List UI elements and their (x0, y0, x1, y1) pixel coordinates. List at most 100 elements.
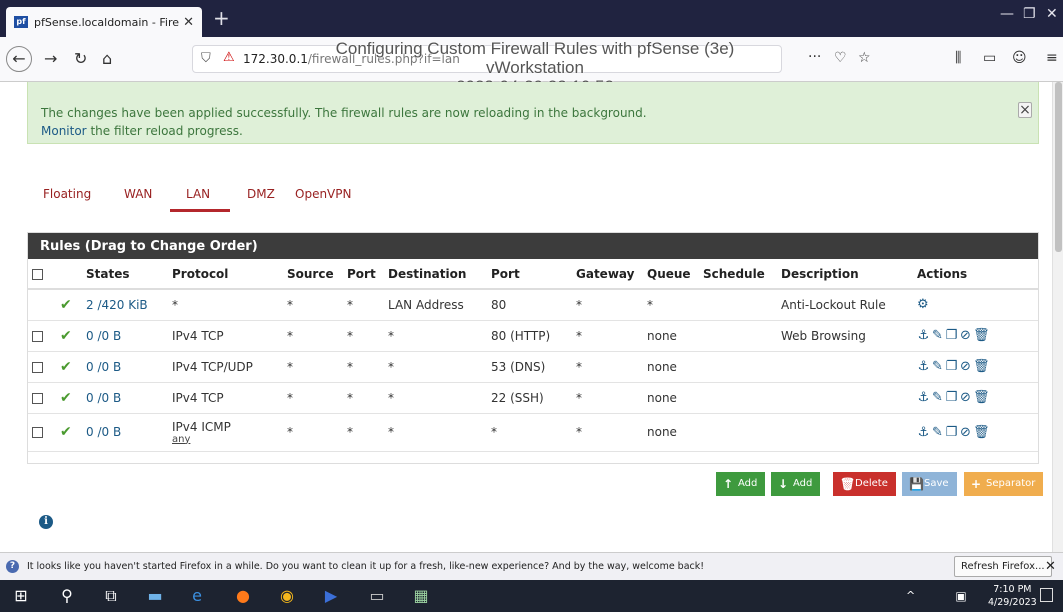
states-link[interactable]: 0 /0 B (86, 329, 121, 343)
new-tab-icon[interactable]: + (213, 6, 230, 30)
search-icon[interactable]: ⚲ (56, 586, 78, 605)
file-explorer-icon[interactable]: ▬ (144, 586, 166, 605)
add-top-button[interactable]: ↑ Add (716, 472, 766, 496)
states-link[interactable]: 0 /0 B (86, 425, 121, 439)
edit-pencil-icon[interactable]: ✎ (931, 359, 945, 374)
home-icon[interactable]: ⌂ (102, 49, 112, 68)
separator-button[interactable]: + Separator (964, 472, 1044, 496)
pfsense-favicon-icon: pf (14, 16, 28, 28)
account-icon[interactable]: ☺ (1012, 50, 1027, 66)
page-actions-icon[interactable]: ··· (808, 49, 821, 65)
copy-icon[interactable]: ❐ (945, 425, 959, 440)
row-gateway: * (572, 382, 643, 414)
header-description: Description (777, 259, 913, 290)
row-protocol: IPv4 TCP/UDP (168, 351, 283, 383)
row-source: * (283, 351, 343, 383)
table-row[interactable]: ✔ 0 /0 B IPv4 ICMP any * * * * * none ⚓ ✎ ❐… (28, 413, 1038, 452)
firefox-icon[interactable]: ● (232, 586, 254, 605)
insecure-lock-icon[interactable]: ⚠ (223, 50, 235, 65)
trash-icon[interactable]: 🗑 (973, 425, 990, 440)
tab-lan[interactable]: LAN (186, 187, 210, 201)
table-row[interactable]: ✔ 0 /0 B IPv4 TCP * * * 22 (SSH) * none … (28, 382, 1038, 414)
windows-start-icon[interactable]: ⊞ (10, 586, 32, 605)
table-row[interactable]: ✔ 2 /420 KiB * * * LAN Address 80 * * An… (28, 289, 1038, 321)
clock[interactable]: 7:10 PM 4/29/2023 (988, 583, 1037, 609)
back-arrow-icon[interactable]: ← (6, 46, 32, 72)
copy-icon[interactable]: ❐ (945, 359, 959, 374)
table-row[interactable]: ✔ 0 /0 B IPv4 TCP * * * 80 (HTTP) * none… (28, 320, 1038, 352)
reload-icon[interactable]: ↻ (74, 49, 87, 68)
anchor-icon[interactable]: ⚓ (917, 328, 931, 343)
task-view-icon[interactable]: ⧉ (100, 586, 122, 606)
close-tab-icon[interactable]: ✕ (183, 15, 194, 30)
shield-icon[interactable]: ⛉ (201, 51, 211, 66)
select-all-checkbox[interactable] (32, 268, 43, 280)
table-row[interactable]: ✔ 0 /0 B IPv4 TCP/UDP * * * 53 (DNS) * n… (28, 351, 1038, 383)
trash-icon[interactable]: 🗑 (973, 390, 990, 405)
disable-icon[interactable]: ⊘ (959, 328, 973, 343)
url-bar[interactable]: ⛉ ⚠ 172.30.0.1/firewall_rules.php?if=lan (192, 45, 782, 73)
row-checkbox[interactable] (32, 392, 43, 404)
disable-icon[interactable]: ⊘ (959, 390, 973, 405)
edit-pencil-icon[interactable]: ✎ (931, 328, 945, 343)
page-scrollbar[interactable] (1052, 82, 1063, 552)
row-checkbox[interactable] (32, 330, 43, 342)
tab-floating[interactable]: Floating (43, 187, 91, 201)
network-tray-icon[interactable]: ▣ (950, 589, 972, 603)
terminal-icon[interactable]: ▭ (366, 586, 388, 605)
copy-icon[interactable]: ❐ (945, 328, 959, 343)
chrome-icon[interactable]: ◉ (276, 586, 298, 605)
browser-tab[interactable]: pf pfSense.localdomain - Firewall: ✕ (6, 7, 202, 37)
add-bottom-button[interactable]: ↓ Add (771, 472, 821, 496)
gear-icon[interactable]: ⚙ (917, 297, 929, 312)
alert-close-icon[interactable]: × (1018, 102, 1032, 118)
anchor-icon[interactable]: ⚓ (917, 390, 931, 405)
minimize-icon[interactable]: — (1000, 6, 1014, 22)
icmp-type-link[interactable]: any (172, 434, 279, 445)
edit-pencil-icon[interactable]: ✎ (931, 425, 945, 440)
bookmark-star-icon[interactable]: ☆ (858, 50, 871, 66)
info-icon[interactable]: i (39, 515, 53, 529)
row-protocol: IPv4 TCP (168, 382, 283, 414)
row-checkbox[interactable] (32, 361, 43, 373)
row-source: * (283, 320, 343, 352)
tab-wan[interactable]: WAN (124, 187, 152, 201)
tab-openvpn[interactable]: OpenVPN (295, 187, 351, 201)
refresh-firefox-button[interactable]: Refresh Firefox... (954, 556, 1052, 577)
disable-icon[interactable]: ⊘ (959, 425, 973, 440)
close-window-icon[interactable]: ✕ (1046, 6, 1058, 22)
row-states: 2 /420 KiB (82, 289, 168, 321)
pocket-icon[interactable]: ♡ (834, 50, 847, 66)
states-link[interactable]: 0 /0 B (86, 391, 121, 405)
edge-icon[interactable]: e (186, 586, 208, 605)
library-icon[interactable]: ⫼ (955, 50, 961, 66)
delete-button[interactable]: 🗑 Delete (833, 472, 896, 496)
row-select-cell (28, 382, 56, 414)
disable-icon[interactable]: ⊘ (959, 359, 973, 374)
pass-check-icon: ✔ (60, 327, 72, 344)
states-link[interactable]: 2 /420 KiB (86, 298, 148, 312)
menu-icon[interactable]: ≡ (1046, 50, 1058, 66)
tab-dmz[interactable]: DMZ (247, 187, 275, 201)
save-button[interactable]: 💾 Save (902, 472, 957, 496)
trash-icon[interactable]: 🗑 (973, 359, 990, 374)
states-link[interactable]: 0 /0 B (86, 360, 121, 374)
row-actions: ⚙ (913, 289, 1038, 321)
notification-center-icon[interactable] (1040, 588, 1053, 602)
row-destination-port: 22 (SSH) (487, 382, 572, 414)
tray-chevron-icon[interactable]: ^ (906, 589, 915, 602)
anchor-icon[interactable]: ⚓ (917, 425, 931, 440)
trash-icon[interactable]: 🗑 (973, 328, 990, 343)
powershell-icon[interactable]: ▶ (320, 586, 342, 605)
edit-pencil-icon[interactable]: ✎ (931, 390, 945, 405)
restore-icon[interactable]: ❐ (1023, 6, 1036, 22)
network-app-icon[interactable]: ▦ (410, 586, 432, 605)
row-checkbox[interactable] (32, 427, 43, 438)
copy-icon[interactable]: ❐ (945, 390, 959, 405)
close-notification-icon[interactable]: ✕ (1045, 559, 1056, 574)
monitor-link[interactable]: Monitor (41, 124, 87, 138)
sidebar-icon[interactable]: ▭ (983, 50, 996, 66)
anchor-icon[interactable]: ⚓ (917, 359, 931, 374)
scrollbar-thumb[interactable] (1055, 82, 1062, 252)
forward-arrow-icon[interactable]: → (44, 49, 57, 68)
